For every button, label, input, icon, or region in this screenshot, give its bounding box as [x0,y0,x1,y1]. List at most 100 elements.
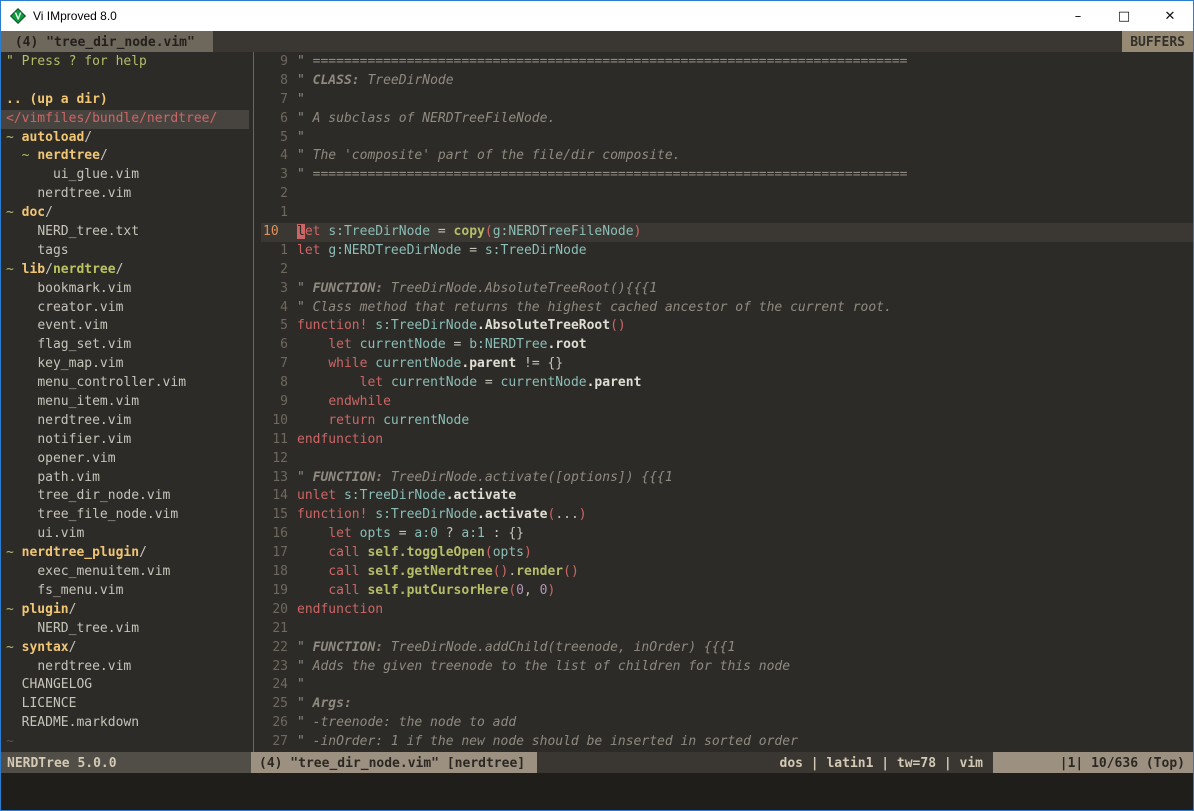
code-line[interactable]: 3" FUNCTION: TreeDirNode.AbsoluteTreeRoo… [261,280,1193,299]
vim-icon [9,7,27,25]
code-line[interactable]: 6" A subclass of NERDTreeFileNode. [261,110,1193,129]
tabline-fill [213,31,1123,52]
code-line[interactable]: 11endfunction [261,431,1193,450]
code-line[interactable]: 8" CLASS: TreeDirNode [261,72,1193,91]
code-line[interactable]: 6 let currentNode = b:NERDTree.root [261,336,1193,355]
line-number: 19 [261,582,297,601]
line-number: 17 [261,544,297,563]
line-number: 7 [261,91,297,110]
tree-item[interactable]: fs_menu.vim [1,582,249,601]
line-number: 18 [261,563,297,582]
minimize-button[interactable]: – [1055,1,1101,31]
tree-item[interactable]: nerdtree.vim [1,412,249,431]
tree-item[interactable] [1,72,249,91]
code-line[interactable]: 2 [261,185,1193,204]
tree-item[interactable]: nerdtree.vim [1,658,249,677]
tree-item[interactable]: menu_controller.vim [1,374,249,393]
tree-item[interactable]: creator.vim [1,299,249,318]
code-line[interactable]: 12 [261,450,1193,469]
code-line[interactable]: 14unlet s:TreeDirNode.activate [261,487,1193,506]
code-line[interactable]: 19 call self.putCursorHere(0, 0) [261,582,1193,601]
tree-item[interactable]: ui_glue.vim [1,166,249,185]
tree-item[interactable]: LICENCE [1,695,249,714]
code-line[interactable]: 24" [261,676,1193,695]
titlebar: Vi IMproved 8.0 – □ ✕ [1,1,1193,31]
tree-item[interactable]: NERD_tree.vim [1,620,249,639]
tree-item[interactable]: tree_file_node.vim [1,506,249,525]
line-number: 6 [261,110,297,129]
code-line[interactable]: 26" -treenode: the node to add [261,714,1193,733]
tab-tree-dir-node[interactable]: (4) "tree_dir_node.vim" [1,31,213,52]
tree-item[interactable]: NERD_tree.txt [1,223,249,242]
tree-item[interactable]: ~ nerdtree_plugin/ [1,544,249,563]
code-line[interactable]: 9" =====================================… [261,53,1193,72]
tree-item[interactable]: ~ lib/nerdtree/ [1,261,249,280]
statusline-position: |1| 10/636 (Top) [993,752,1193,773]
line-number: 24 [261,676,297,695]
window-separator[interactable] [249,52,261,752]
code-line[interactable]: 27" -inOrder: 1 if the new node should b… [261,733,1193,752]
statusline-filename: (4) "tree_dir_node.vim" [nerdtree] [251,752,537,773]
code-line[interactable]: 18 call self.getNerdtree().render() [261,563,1193,582]
tree-item[interactable]: CHANGELOG [1,676,249,695]
code-line[interactable]: 1let g:NERDTreeDirNode = s:TreeDirNode [261,242,1193,261]
tree-item[interactable]: key_map.vim [1,355,249,374]
code-line[interactable]: 21 [261,620,1193,639]
tree-item[interactable]: tree_dir_node.vim [1,487,249,506]
code-line[interactable]: 4" Class method that returns the highest… [261,299,1193,318]
tree-item[interactable]: ~ syntax/ [1,639,249,658]
code-line[interactable]: 13" FUNCTION: TreeDirNode.activate([opti… [261,469,1193,488]
tree-item[interactable]: ~ plugin/ [1,601,249,620]
tree-item[interactable]: ~ autoload/ [1,129,249,148]
code-line[interactable]: 8 let currentNode = currentNode.parent [261,374,1193,393]
tree-item[interactable]: bookmark.vim [1,280,249,299]
code-line[interactable]: 25" Args: [261,695,1193,714]
statusline-fileinfo: dos | latin1 | tw=78 | vim [780,752,994,773]
code-line[interactable]: 23" Adds the given treenode to the list … [261,658,1193,677]
tree-item[interactable]: event.vim [1,317,249,336]
tree-item[interactable]: nerdtree.vim [1,185,249,204]
line-number: 4 [261,147,297,166]
code-line[interactable]: 5" [261,129,1193,148]
tree-item[interactable]: </vimfiles/bundle/nerdtree/ [1,110,249,129]
line-number: 10 [261,412,297,431]
code-line[interactable]: 15function! s:TreeDirNode.activate(...) [261,506,1193,525]
tree-item[interactable]: menu_item.vim [1,393,249,412]
code-line[interactable]: 20endfunction [261,601,1193,620]
line-number: 9 [261,53,297,72]
tree-item[interactable]: " Press ? for help [1,53,249,72]
tree-item[interactable]: path.vim [1,469,249,488]
maximize-button[interactable]: □ [1101,1,1147,31]
tree-item[interactable]: ui.vim [1,525,249,544]
line-number: 4 [261,299,297,318]
code-line[interactable]: 10 return currentNode [261,412,1193,431]
code-line[interactable]: 17 call self.toggleOpen(opts) [261,544,1193,563]
line-number: 7 [261,355,297,374]
code-line[interactable]: 9 endwhile [261,393,1193,412]
tree-item[interactable]: README.markdown [1,714,249,733]
code-line[interactable]: 5function! s:TreeDirNode.AbsoluteTreeRoo… [261,317,1193,336]
code-line[interactable]: 22" FUNCTION: TreeDirNode.addChild(treen… [261,639,1193,658]
close-button[interactable]: ✕ [1147,1,1193,31]
code-line[interactable]: 10let s:TreeDirNode = copy(g:NERDTreeFil… [261,223,1193,242]
tree-item[interactable]: exec_menuitem.vim [1,563,249,582]
tree-item[interactable]: ~ [1,733,249,752]
line-number: 2 [261,261,297,280]
tree-item[interactable]: ~ nerdtree/ [1,147,249,166]
tree-item[interactable]: flag_set.vim [1,336,249,355]
tree-item[interactable]: notifier.vim [1,431,249,450]
tree-item[interactable]: opener.vim [1,450,249,469]
code-line[interactable]: 2 [261,261,1193,280]
tree-item[interactable]: .. (up a dir) [1,91,249,110]
code-line[interactable]: 1 [261,204,1193,223]
tabline: (4) "tree_dir_node.vim" BUFFERS [1,31,1193,52]
tree-item[interactable]: tags [1,242,249,261]
code-line[interactable]: 7" [261,91,1193,110]
code-line[interactable]: 3" =====================================… [261,166,1193,185]
command-line[interactable] [1,773,1193,810]
tree-item[interactable]: ~ doc/ [1,204,249,223]
line-number: 15 [261,506,297,525]
code-line[interactable]: 7 while currentNode.parent != {} [261,355,1193,374]
code-line[interactable]: 16 let opts = a:0 ? a:1 : {} [261,525,1193,544]
code-line[interactable]: 4" The 'composite' part of the file/dir … [261,147,1193,166]
